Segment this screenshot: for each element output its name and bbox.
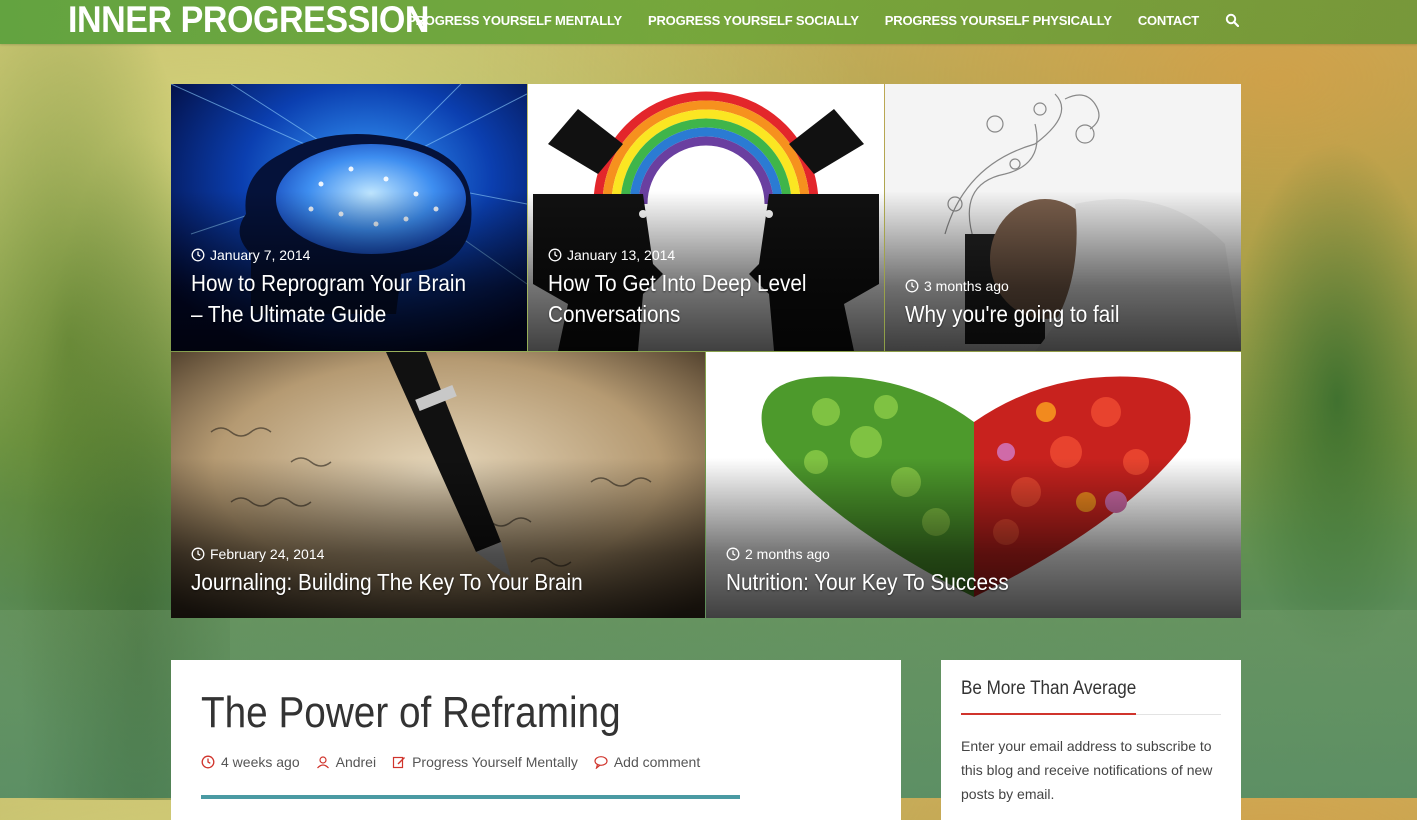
clock-icon: [191, 248, 205, 262]
clock-icon: [548, 248, 562, 262]
article-title[interactable]: The Power of Reframing: [201, 688, 621, 738]
article-time: 4 weeks ago: [201, 754, 300, 770]
main-nav: PROGRESS YOURSELF MENTALLY PROGRESS YOUR…: [381, 0, 1239, 40]
widget-title: Be More Than Average: [961, 678, 1137, 699]
nav-item-contact[interactable]: CONTACT: [1138, 13, 1199, 28]
featured-post-1[interactable]: January 7, 2014 How to Reprogram Your Br…: [171, 84, 527, 351]
subscribe-widget: Be More Than Average Enter your email ad…: [941, 660, 1241, 820]
article-meta: 4 weeks ago Andrei Progress Yourself Men…: [201, 754, 716, 770]
widget-divider-accent: [961, 713, 1136, 715]
post-title[interactable]: Nutrition: Your Key To Success: [726, 567, 1172, 598]
post-title[interactable]: Why you're going to fail: [905, 299, 1189, 330]
post-title[interactable]: How to Reprogram Your Brain – The Ultima…: [191, 268, 475, 330]
post-date: 2 months ago: [726, 546, 830, 562]
user-icon: [316, 756, 329, 769]
featured-post-5[interactable]: 2 months ago Nutrition: Your Key To Succ…: [706, 352, 1241, 618]
post-date: February 24, 2014: [191, 546, 324, 562]
article-category[interactable]: Progress Yourself Mentally: [392, 754, 578, 770]
clock-icon: [726, 547, 740, 561]
post-date: 3 months ago: [905, 278, 1009, 294]
post-date: January 7, 2014: [191, 247, 310, 263]
featured-post-4[interactable]: February 24, 2014 Journaling: Building T…: [171, 352, 705, 618]
background-forest-right: [1217, 120, 1417, 680]
widget-text: Enter your email address to subscribe to…: [961, 738, 1213, 802]
article-image-top: [201, 795, 740, 799]
article-comments[interactable]: Add comment: [594, 754, 700, 770]
post-title[interactable]: Journaling: Building The Key To Your Bra…: [191, 567, 636, 598]
article-card: The Power of Reframing 4 weeks ago Andre…: [171, 660, 901, 820]
post-title[interactable]: How To Get Into Deep Level Conversations: [548, 268, 832, 330]
clock-icon: [905, 279, 919, 293]
nav-item-mentally[interactable]: PROGRESS YOURSELF MENTALLY: [407, 13, 622, 28]
post-date: January 13, 2014: [548, 247, 675, 263]
featured-post-3[interactable]: 3 months ago Why you're going to fail: [885, 84, 1241, 351]
site-title[interactable]: INNER PROGRESSION: [68, 0, 429, 44]
clock-icon: [191, 547, 205, 561]
article-author[interactable]: Andrei: [316, 754, 376, 770]
nav-item-socially[interactable]: PROGRESS YOURSELF SOCIALLY: [648, 13, 859, 28]
featured-post-2[interactable]: January 13, 2014 How To Get Into Deep Le…: [528, 84, 884, 351]
nav-item-physically[interactable]: PROGRESS YOURSELF PHYSICALLY: [885, 13, 1112, 28]
clock-icon: [201, 755, 215, 769]
comment-icon: [594, 756, 608, 769]
site-header: INNER PROGRESSION PROGRESS YOURSELF MENT…: [0, 0, 1417, 44]
search-icon[interactable]: [1225, 13, 1239, 27]
pencil-icon: [392, 756, 406, 769]
